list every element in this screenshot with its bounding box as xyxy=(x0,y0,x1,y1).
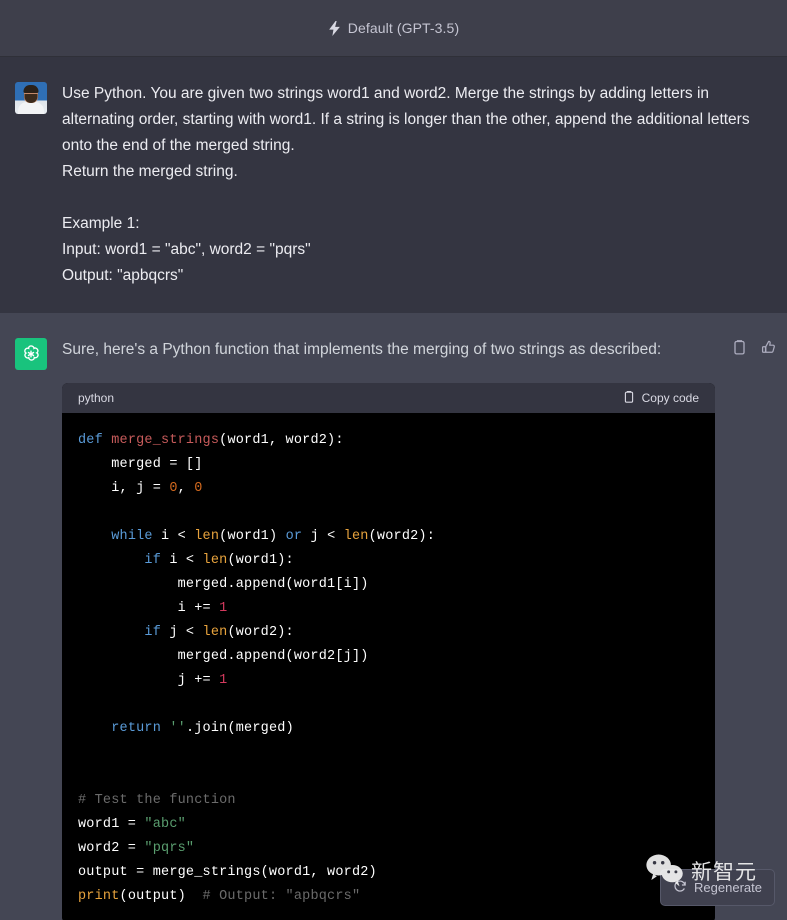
user-message-content: Use Python. You are given two strings wo… xyxy=(62,81,787,289)
code-token: (word2): xyxy=(368,529,436,544)
code-token: len xyxy=(194,529,220,544)
code-token: # Test the function xyxy=(78,793,236,808)
code-line: merged = [] xyxy=(78,453,699,477)
code-token: "abc" xyxy=(144,817,186,832)
avatar-hair xyxy=(23,85,39,93)
code-line: def merge_strings(word1, word2): xyxy=(78,429,699,453)
code-token: i += xyxy=(78,601,220,616)
code-content: def merge_strings(word1, word2): merged … xyxy=(62,413,715,920)
code-token: # Output: "apbqcrs" xyxy=(202,889,361,904)
model-selector[interactable]: Default (GPT-3.5) xyxy=(328,20,459,36)
user-message-row: Use Python. You are given two strings wo… xyxy=(0,57,787,313)
bolt-icon xyxy=(328,20,341,36)
refresh-icon xyxy=(673,879,687,896)
code-token: (word2): xyxy=(227,625,294,640)
code-line: if j < len(word2): xyxy=(78,621,699,645)
code-line: # Test the function xyxy=(78,789,699,813)
code-token: merge_strings xyxy=(111,433,220,448)
avatar-body xyxy=(18,102,44,114)
code-token: merged.append(word2[j]) xyxy=(78,649,369,664)
assistant-message-row: Sure, here's a Python function that impl… xyxy=(0,313,787,920)
code-token: 0 xyxy=(169,481,178,496)
thumbs-up-icon[interactable] xyxy=(761,339,777,356)
chatgpt-avatar xyxy=(15,338,47,370)
code-token: while xyxy=(111,529,153,544)
code-line: print(output) # Output: "apbqcrs" xyxy=(78,885,699,909)
code-token: len xyxy=(202,553,228,568)
code-token: 0 xyxy=(194,481,203,496)
user-avatar-column xyxy=(0,81,62,289)
code-token: i, j = xyxy=(78,481,170,496)
assistant-intro-text: Sure, here's a Python function that impl… xyxy=(62,341,662,358)
message-actions xyxy=(732,339,777,356)
code-token: j < xyxy=(302,529,344,544)
code-line: word2 = "pqrs" xyxy=(78,837,699,861)
model-topbar: Default (GPT-3.5) xyxy=(0,0,787,57)
code-line: merged.append(word1[i]) xyxy=(78,573,699,597)
code-block: python Copy code def merge_strings(word1… xyxy=(62,383,715,920)
code-token: word2 = xyxy=(78,841,145,856)
openai-logo-icon xyxy=(24,345,39,361)
code-token: (word1): xyxy=(227,553,294,568)
code-token: j += xyxy=(78,673,220,688)
code-token: (word1, word2): xyxy=(219,433,344,448)
regenerate-button[interactable]: Regenerate xyxy=(660,869,775,906)
code-token: 1 xyxy=(219,601,228,616)
code-token: return xyxy=(111,721,162,736)
assistant-message-content: Sure, here's a Python function that impl… xyxy=(62,337,787,920)
code-token: "pqrs" xyxy=(144,841,195,856)
model-label: Default (GPT-3.5) xyxy=(347,20,460,36)
user-prompt-paragraph-1: Use Python. You are given two strings wo… xyxy=(62,85,750,180)
code-line: i, j = 0, 0 xyxy=(78,477,699,501)
code-token: 1 xyxy=(219,673,228,688)
code-token: output = merge_strings(word1, word2) xyxy=(78,865,377,880)
code-token: or xyxy=(285,529,303,544)
code-block-header: python Copy code xyxy=(62,383,715,413)
code-token: merged.append(word1[i]) xyxy=(78,577,369,592)
code-line: while i < len(word1) or j < len(word2): xyxy=(78,525,699,549)
user-avatar xyxy=(15,82,47,114)
code-line: merged.append(word2[j]) xyxy=(78,645,699,669)
code-line: i += 1 xyxy=(78,597,699,621)
code-token: i < xyxy=(161,553,203,568)
assistant-avatar-column xyxy=(0,337,62,920)
code-token: merged = [] xyxy=(78,457,203,472)
code-token: (output) xyxy=(119,889,203,904)
code-line: if i < len(word1): xyxy=(78,549,699,573)
copy-icon[interactable] xyxy=(732,339,747,356)
code-token: len xyxy=(343,529,369,544)
code-token: i < xyxy=(152,529,195,544)
code-token: len xyxy=(202,625,228,640)
code-language-label: python xyxy=(78,391,115,405)
code-token: def xyxy=(78,433,112,448)
copy-code-button[interactable]: Copy code xyxy=(623,390,699,407)
code-token: if xyxy=(144,625,162,640)
code-token: word1 = xyxy=(78,817,145,832)
code-line: return ''.join(merged) xyxy=(78,717,699,741)
code-token: '' xyxy=(169,721,186,736)
code-token: j < xyxy=(161,625,203,640)
code-token: print xyxy=(78,889,120,904)
clipboard-icon xyxy=(623,390,635,407)
code-line: output = merge_strings(word1, word2) xyxy=(78,861,699,885)
copy-code-label: Copy code xyxy=(641,391,699,405)
user-prompt-paragraph-2: Example 1: Input: word1 = "abc", word2 =… xyxy=(62,215,311,284)
code-token: (word1) xyxy=(219,529,286,544)
code-token: .join(merged) xyxy=(185,721,294,736)
code-line: j += 1 xyxy=(78,669,699,693)
code-token: if xyxy=(144,553,162,568)
regenerate-label: Regenerate xyxy=(694,880,762,895)
code-token: , xyxy=(177,481,195,496)
code-line: word1 = "abc" xyxy=(78,813,699,837)
